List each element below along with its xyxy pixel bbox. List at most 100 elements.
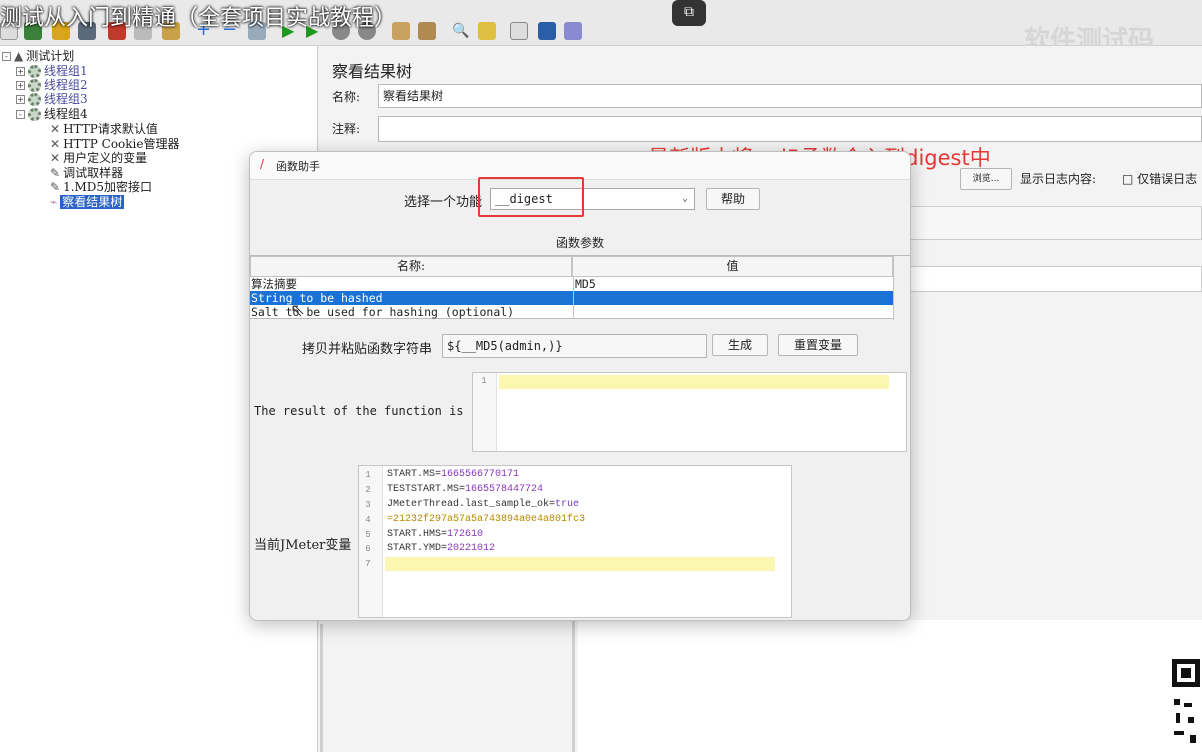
var-value: 1665578447724 (465, 484, 544, 495)
line-number: 6 (365, 544, 371, 554)
result-editor[interactable]: 1 (472, 372, 907, 452)
expand-icon[interactable]: + (16, 66, 25, 76)
code-line: JMeterThread.last_sample_ok=true (387, 499, 580, 510)
collapse-icon[interactable]: - (2, 51, 11, 61)
config-element-icon: ✕ (50, 122, 61, 136)
qr-module (1190, 735, 1196, 743)
column-header-value[interactable]: 值 (572, 256, 893, 277)
tree-node-debug-sampler[interactable]: ✎ 调试取样器 (50, 166, 123, 180)
remote-icon[interactable] (564, 22, 582, 40)
dialog-title: 函数助手 (276, 160, 320, 173)
reset-search-icon[interactable] (478, 22, 496, 40)
expand-icon[interactable]: + (16, 94, 25, 104)
result-label: The result of the function is (254, 404, 464, 418)
panel-title: 察看结果树 (332, 62, 413, 81)
tree-node-view-results-tree[interactable]: ⌁ 察看结果树 (50, 195, 125, 209)
tree-node-label: 线程组3 (44, 92, 88, 106)
test-plan-icon: ▲ (14, 49, 24, 63)
table-scrollbar[interactable] (893, 256, 910, 320)
column-header-name[interactable]: 名称: (250, 256, 572, 277)
reset-variables-button[interactable]: 重置变量 (778, 334, 858, 356)
config-element-icon: ✕ (50, 137, 61, 151)
table-row[interactable]: 算法摘要 MD5 (250, 277, 893, 291)
splitter-middle[interactable] (572, 620, 575, 752)
chevron-down-icon: ⌄ (681, 193, 688, 204)
qr-code (1170, 655, 1202, 752)
line-number: 5 (365, 530, 371, 540)
name-field[interactable]: 察看结果树 (378, 84, 1202, 108)
tree-node-label: 线程组1 (44, 64, 88, 78)
mouse-cursor-icon: ⇖ (290, 300, 306, 321)
params-title: 函数参数 (555, 236, 604, 250)
code-line: START.HMS=172610 (387, 529, 484, 540)
function-helper-dialog: / 函数助手 选择一个功能 __digest ⌄ 帮助 函数参数 名称: 值 算… (249, 151, 911, 621)
var-key: JMeterThread.last_sample_ok (387, 499, 550, 510)
var-value: true (555, 499, 580, 510)
line-number: 7 (365, 559, 371, 569)
renderer-select[interactable] (910, 266, 1202, 292)
tree-node-user-variables[interactable]: ✕ 用户定义的变量 (50, 151, 147, 165)
tree-node-label: 测试计划 (26, 49, 75, 63)
tree-node-http-defaults[interactable]: ✕ HTTP请求默认值 (50, 122, 158, 136)
qr-finder-core (1181, 668, 1191, 678)
log-label: 显示日志内容: (1020, 172, 1097, 186)
jmeter-variables-editor[interactable]: 1 START.MS=1665566770171 2 TESTSTART.MS=… (358, 465, 792, 618)
select-function-label: 选择一个功能 (404, 195, 483, 210)
jmeter-variables-label: 当前JMeter变量 (254, 538, 352, 553)
tree-node-label: 线程组4 (44, 107, 88, 121)
qr-module (1188, 717, 1194, 723)
param-value[interactable] (573, 305, 893, 319)
checkbox-icon: □ (1122, 172, 1134, 186)
generate-button[interactable]: 生成 (712, 334, 768, 356)
tree-node-label: HTTP请求默认值 (63, 122, 158, 136)
table-row[interactable]: String to be hashed (250, 291, 893, 305)
line-number: 1 (365, 470, 371, 480)
function-helper-icon[interactable] (510, 22, 528, 40)
tree-node-label: 1.MD5加密接口 (63, 180, 153, 194)
var-key: START.MS (387, 469, 436, 480)
copy-string-label: 拷贝并粘贴函数字符串 (302, 342, 433, 357)
picture-in-picture-icon[interactable]: ⧉ (672, 0, 706, 26)
splitter-left[interactable] (320, 624, 323, 752)
line-number: 2 (365, 485, 371, 495)
line-number: 3 (365, 500, 371, 510)
current-line-highlight (385, 557, 775, 571)
comment-field[interactable] (378, 116, 1202, 142)
table-row[interactable]: Salt to be used for hashing (optional) (250, 305, 893, 319)
tree-node-test-plan[interactable]: - ▲ 测试计划 (2, 49, 74, 63)
errors-only-checkbox[interactable]: □ 仅错误日志 (1122, 170, 1197, 187)
listener-icon: ⌁ (50, 195, 58, 209)
var-key: START.YMD (387, 543, 442, 554)
thread-group-icon (28, 78, 41, 92)
tree-node-label: 调试取样器 (63, 166, 124, 180)
param-name: 算法摘要 (251, 277, 297, 291)
line-number: 1 (481, 376, 487, 386)
tree-node-thread-group-2[interactable]: + 线程组2 (16, 78, 88, 92)
jmeter-feather-icon: / (260, 157, 265, 171)
clear-all-icon[interactable] (418, 22, 436, 40)
tree-node-label: 用户定义的变量 (63, 151, 148, 165)
sampler-icon: ✎ (50, 180, 61, 194)
sampler-icon: ✎ (50, 166, 61, 180)
tree-node-thread-group-4[interactable]: - 线程组4 (16, 107, 88, 121)
search-icon[interactable]: 🔍 (452, 22, 470, 40)
qr-module (1184, 703, 1192, 707)
help-icon[interactable] (538, 22, 556, 40)
collapse-icon[interactable]: - (16, 109, 25, 119)
expand-icon[interactable]: + (16, 80, 25, 90)
qr-module (1176, 713, 1180, 723)
tree-node-md5-request[interactable]: ✎ 1.MD5加密接口 (50, 180, 152, 194)
help-button[interactable]: 帮助 (706, 188, 760, 210)
tree-node-thread-group-1[interactable]: + 线程组1 (16, 64, 88, 78)
search-bar (910, 206, 1202, 240)
param-value[interactable] (573, 291, 893, 305)
var-value: 20221012 (447, 543, 496, 554)
tree-node-thread-group-3[interactable]: + 线程组3 (16, 92, 88, 106)
qr-module (1174, 731, 1184, 735)
param-value[interactable]: MD5 (573, 277, 893, 291)
errors-only-label: 仅错误日志 (1137, 172, 1198, 186)
tree-node-label: 察看结果树 (60, 195, 125, 209)
function-string-field[interactable]: ${__MD5(admin,)} (442, 334, 707, 358)
tree-node-cookie-manager[interactable]: ✕ HTTP Cookie管理器 (50, 137, 180, 151)
line-number: 4 (365, 515, 371, 525)
